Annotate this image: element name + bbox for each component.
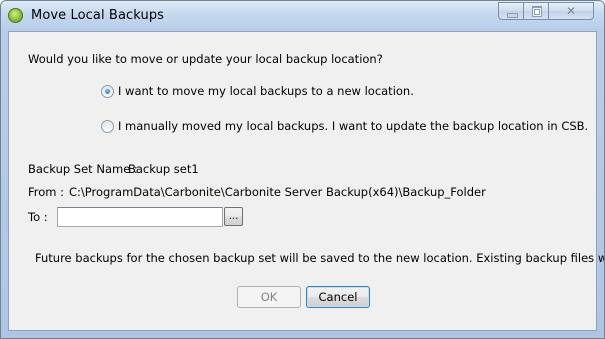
question-text: Would you like to move or update your lo…	[28, 52, 383, 66]
maximize-button[interactable]	[523, 2, 549, 20]
carbonite-app-icon	[8, 8, 23, 23]
window-title: Move Local Backups	[31, 8, 165, 23]
maximize-icon	[532, 6, 542, 17]
from-label: From :	[28, 185, 65, 199]
title-bar: Move Local Backups ✕	[1, 1, 604, 31]
close-icon: ✕	[565, 4, 577, 18]
move-local-backups-window: Move Local Backups ✕ Would you like to m…	[0, 0, 605, 339]
backup-set-name-label: Backup Set Name :	[28, 162, 138, 176]
radio-move-backups[interactable]	[101, 85, 114, 98]
backup-set-name-value: Backup set1	[128, 162, 199, 176]
close-button[interactable]: ✕	[548, 2, 594, 20]
to-path-input[interactable]	[57, 207, 223, 227]
ok-button[interactable]: OK	[237, 286, 301, 308]
info-note: Future backups for the chosen backup set…	[35, 251, 604, 265]
from-path-value: C:\ProgramData\Carbonite\Carbonite Serve…	[69, 185, 486, 199]
radio-update-location[interactable]	[101, 120, 114, 133]
radio-update-location-label[interactable]: I manually moved my local backups. I wan…	[118, 119, 588, 133]
dialog-body: Would you like to move or update your lo…	[8, 31, 604, 331]
to-label: To :	[28, 210, 48, 224]
radio-move-backups-label[interactable]: I want to move my local backups to a new…	[118, 84, 414, 98]
minimize-icon	[507, 13, 518, 18]
minimize-button[interactable]	[498, 2, 524, 20]
cancel-button[interactable]: Cancel	[306, 286, 370, 308]
browse-button[interactable]: ...	[224, 207, 243, 226]
